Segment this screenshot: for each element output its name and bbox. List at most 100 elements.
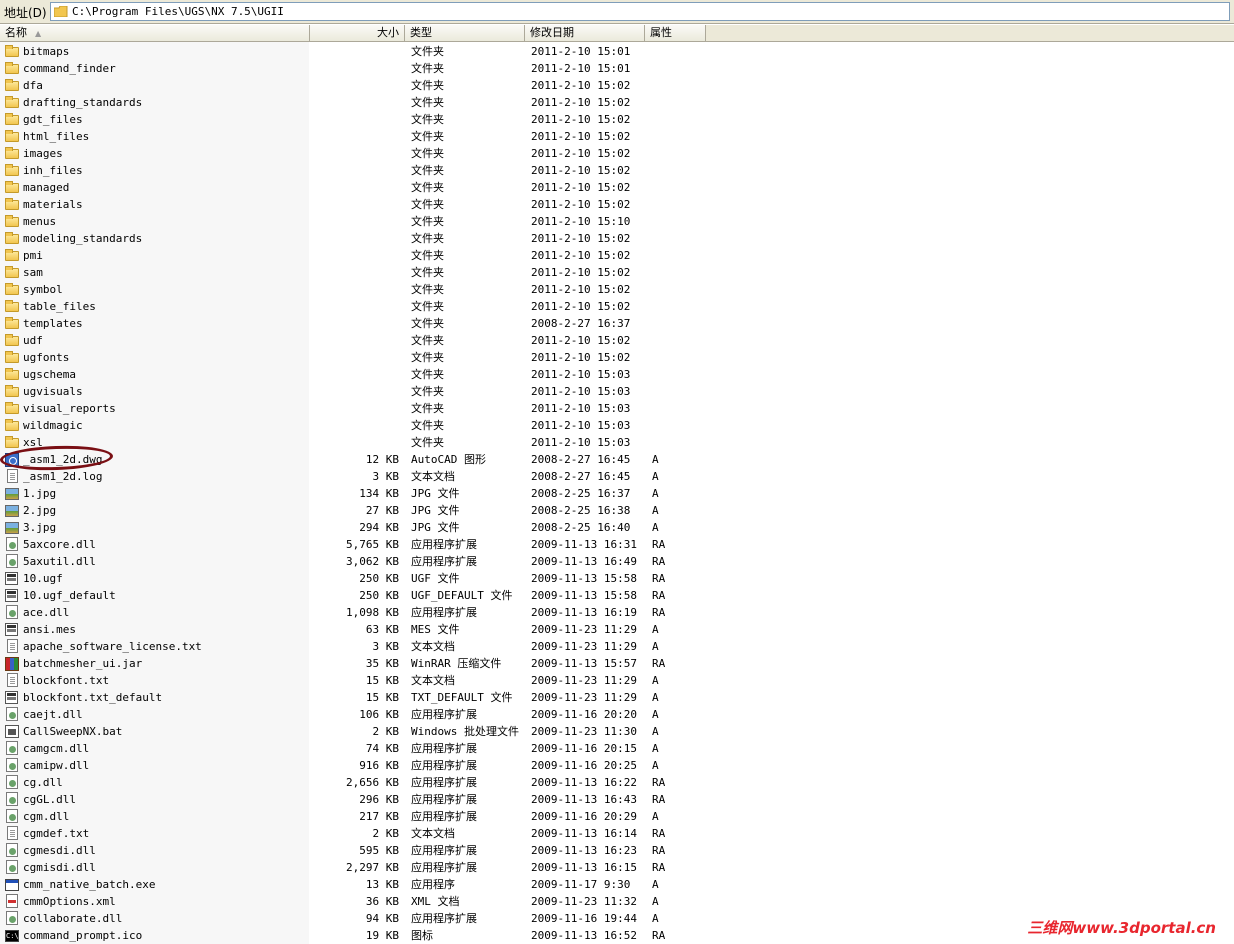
file-row[interactable]: blockfont.txt 15 KB 文本文档 2009-11-23 11:29 A bbox=[0, 672, 1234, 689]
file-row[interactable]: batchmesher_ui.jar 35 KB WinRAR 压缩文件 2009-1… bbox=[0, 655, 1234, 672]
file-type: 应用程序扩展 bbox=[411, 606, 477, 619]
file-size bbox=[310, 417, 399, 434]
file-type: 文件夹 bbox=[411, 419, 444, 432]
file-row[interactable]: cgGL.dll 296 KB 应用程序扩展 2009-11-13 16:43 RA bbox=[0, 791, 1234, 808]
file-row[interactable]: 5axcore.dll 5,765 KB 应用程序扩展 2009-11-13 16:3… bbox=[0, 536, 1234, 553]
file-type: UGF_DEFAULT 文件 bbox=[411, 589, 513, 602]
file-row[interactable]: cgm.dll 217 KB 应用程序扩展 2009-11-16 20:29 A bbox=[0, 808, 1234, 825]
file-row[interactable]: 3.jpg 294 KB JPG 文件 2008-2-25 16:40 A bbox=[0, 519, 1234, 536]
file-attributes: RA bbox=[652, 606, 666, 619]
file-name: wildmagic bbox=[23, 419, 83, 432]
folder-row[interactable]: wildmagic 文件夹 2011-2-10 15:03 bbox=[0, 417, 1234, 434]
folder-icon bbox=[5, 283, 19, 295]
file-row[interactable]: 5axutil.dll 3,062 KB 应用程序扩展 2009-11-13 16:4… bbox=[0, 553, 1234, 570]
folder-row[interactable]: ugschema 文件夹 2011-2-10 15:03 bbox=[0, 366, 1234, 383]
file-row[interactable]: camipw.dll 916 KB 应用程序扩展 2009-11-16 20:25 A bbox=[0, 757, 1234, 774]
folder-row[interactable]: menus 文件夹 2011-2-10 15:10 bbox=[0, 213, 1234, 230]
column-header-name[interactable]: 名称 ▲ bbox=[0, 25, 310, 41]
file-attributes: RA bbox=[652, 929, 666, 942]
file-row[interactable]: cmm_native_batch.exe 13 KB 应用程序 2009-11-17 … bbox=[0, 876, 1234, 893]
file-row[interactable]: 10.ugf_default 250 KB UGF_DEFAULT 文件 2009-1… bbox=[0, 587, 1234, 604]
folder-row[interactable]: dfa 文件夹 2011-2-10 15:02 bbox=[0, 77, 1234, 94]
file-date: 2009-11-13 15:58 bbox=[531, 572, 637, 585]
file-type: UGF 文件 bbox=[411, 572, 460, 585]
folder-row[interactable]: table_files 文件夹 2011-2-10 15:02 bbox=[0, 298, 1234, 315]
folder-row[interactable]: materials 文件夹 2011-2-10 15:02 bbox=[0, 196, 1234, 213]
dll-file-icon bbox=[6, 707, 18, 721]
file-row[interactable]: ace.dll 1,098 KB 应用程序扩展 2009-11-13 16:19 RA bbox=[0, 604, 1234, 621]
file-row[interactable]: ansi.mes 63 KB MES 文件 2009-11-23 11:29 A bbox=[0, 621, 1234, 638]
file-row[interactable]: cmmOptions.xml 36 KB XML 文档 2009-11-23 11:3… bbox=[0, 893, 1234, 910]
file-attributes bbox=[652, 213, 702, 230]
file-row[interactable]: 2.jpg 27 KB JPG 文件 2008-2-25 16:38 A bbox=[0, 502, 1234, 519]
file-attributes: A bbox=[652, 742, 659, 755]
file-row[interactable]: 10.ugf 250 KB UGF 文件 2009-11-13 15:58 RA bbox=[0, 570, 1234, 587]
file-row[interactable]: _asm1_2d.dwg 12 KB AutoCAD 图形 2008-2-27 16:… bbox=[0, 451, 1234, 468]
file-type: 文件夹 bbox=[411, 62, 444, 75]
file-date: 2009-11-13 16:52 bbox=[531, 929, 637, 942]
file-row[interactable]: _asm1_2d.log 3 KB 文本文档 2008-2-27 16:45 A bbox=[0, 468, 1234, 485]
file-row[interactable]: caejt.dll 106 KB 应用程序扩展 2009-11-16 20:20 A bbox=[0, 706, 1234, 723]
file-name: collaborate.dll bbox=[23, 912, 123, 925]
column-header-type[interactable]: 类型 bbox=[405, 25, 525, 41]
file-row[interactable]: CallSweepNX.bat 2 KB Windows 批处理文件 2009-11-… bbox=[0, 723, 1234, 740]
folder-row[interactable]: command_finder 文件夹 2011-2-10 15:01 bbox=[0, 60, 1234, 77]
folder-row[interactable]: ugfonts 文件夹 2011-2-10 15:02 bbox=[0, 349, 1234, 366]
file-row[interactable]: 1.jpg 134 KB JPG 文件 2008-2-25 16:37 A bbox=[0, 485, 1234, 502]
file-type: 应用程序扩展 bbox=[411, 912, 477, 925]
folder-row[interactable]: modeling_standards 文件夹 2011-2-10 15:02 bbox=[0, 230, 1234, 247]
file-type: 文件夹 bbox=[411, 79, 444, 92]
dll-file-icon bbox=[6, 758, 18, 772]
column-header-attr[interactable]: 属性 bbox=[645, 25, 706, 41]
image-file-icon bbox=[5, 505, 19, 517]
folder-row[interactable]: xsl 文件夹 2011-2-10 15:03 bbox=[0, 434, 1234, 451]
file-size: 27 KB bbox=[365, 504, 399, 517]
file-date: 2009-11-13 16:31 bbox=[531, 538, 637, 551]
file-row[interactable]: cgmesdi.dll 595 KB 应用程序扩展 2009-11-13 16:23 R… bbox=[0, 842, 1234, 859]
file-date: 2011-2-10 15:03 bbox=[531, 368, 631, 381]
file-size bbox=[310, 349, 399, 366]
folder-row[interactable]: ugvisuals 文件夹 2011-2-10 15:03 bbox=[0, 383, 1234, 400]
file-type: 文件夹 bbox=[411, 368, 444, 381]
file-name: camipw.dll bbox=[23, 759, 90, 772]
file-name: pmi bbox=[23, 249, 43, 262]
file-row[interactable]: cgmdef.txt 2 KB 文本文档 2009-11-13 16:14 RA bbox=[0, 825, 1234, 842]
folder-row[interactable]: udf 文件夹 2011-2-10 15:02 bbox=[0, 332, 1234, 349]
file-type: MES 文件 bbox=[411, 623, 460, 636]
folder-row[interactable]: sam 文件夹 2011-2-10 15:02 bbox=[0, 264, 1234, 281]
folder-icon bbox=[5, 402, 19, 414]
file-date: 2011-2-10 15:02 bbox=[531, 164, 631, 177]
file-size: 94 KB bbox=[365, 912, 399, 925]
folder-row[interactable]: html_files 文件夹 2011-2-10 15:02 bbox=[0, 128, 1234, 145]
address-input[interactable]: C:\Program Files\UGS\NX 7.5\UGII bbox=[50, 2, 1230, 21]
folder-row[interactable]: inh_files 文件夹 2011-2-10 15:02 bbox=[0, 162, 1234, 179]
file-size: 916 KB bbox=[359, 759, 399, 772]
folder-row[interactable]: pmi 文件夹 2011-2-10 15:02 bbox=[0, 247, 1234, 264]
folder-icon bbox=[5, 317, 19, 329]
file-size: 3 KB bbox=[372, 640, 400, 653]
file-row[interactable]: apache_software_license.txt 3 KB 文本文档 2009-… bbox=[0, 638, 1234, 655]
file-name: 1.jpg bbox=[23, 487, 57, 500]
file-row[interactable]: blockfont.txt_default 15 KB TXT_DEFAULT 文件… bbox=[0, 689, 1234, 706]
folder-row[interactable]: templates 文件夹 2008-2-27 16:37 bbox=[0, 315, 1234, 332]
file-row[interactable]: cg.dll 2,656 KB 应用程序扩展 2009-11-13 16:22 RA bbox=[0, 774, 1234, 791]
file-attributes bbox=[652, 315, 702, 332]
folder-row[interactable]: bitmaps 文件夹 2011-2-10 15:01 bbox=[0, 43, 1234, 60]
folder-row[interactable]: symbol 文件夹 2011-2-10 15:02 bbox=[0, 281, 1234, 298]
folder-icon bbox=[5, 130, 19, 142]
file-attributes: RA bbox=[652, 793, 666, 806]
folder-row[interactable]: drafting_standards 文件夹 2011-2-10 15:02 bbox=[0, 94, 1234, 111]
file-row[interactable]: cgmisdi.dll 2,297 KB 应用程序扩展 2009-11-13 16:1… bbox=[0, 859, 1234, 876]
file-row[interactable]: camgcm.dll 74 KB 应用程序扩展 2009-11-16 20:15 A bbox=[0, 740, 1234, 757]
column-header-date[interactable]: 修改日期 bbox=[525, 25, 645, 41]
file-size: 250 KB bbox=[359, 572, 399, 585]
file-name: CallSweepNX.bat bbox=[23, 725, 123, 738]
folder-row[interactable]: managed 文件夹 2011-2-10 15:02 bbox=[0, 179, 1234, 196]
file-attributes: RA bbox=[652, 555, 666, 568]
folder-row[interactable]: visual_reports 文件夹 2011-2-10 15:03 bbox=[0, 400, 1234, 417]
file-name: camgcm.dll bbox=[23, 742, 90, 755]
file-attributes bbox=[652, 60, 702, 77]
column-header-size[interactable]: 大小 bbox=[310, 25, 405, 41]
folder-row[interactable]: gdt_files 文件夹 2011-2-10 15:02 bbox=[0, 111, 1234, 128]
folder-row[interactable]: images 文件夹 2011-2-10 15:02 bbox=[0, 145, 1234, 162]
